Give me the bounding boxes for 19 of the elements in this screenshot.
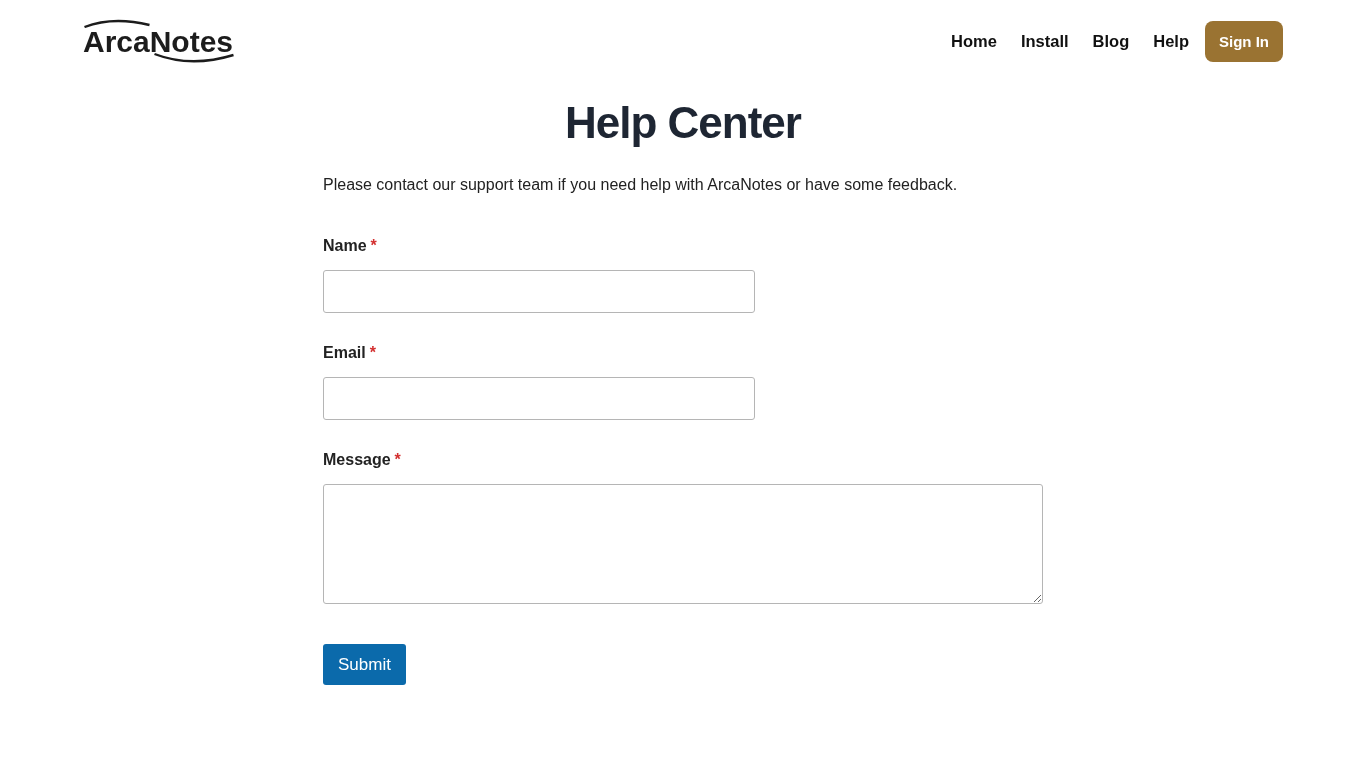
logo[interactable]: ArcaNotes <box>83 19 235 64</box>
intro-text: Please contact our support team if you need help with ArcaNotes or have some feedback. <box>323 175 959 195</box>
nav-link[interactable]: Home <box>951 31 997 51</box>
page-title: Help Center <box>564 97 803 149</box>
nav-link[interactable]: Help <box>1153 31 1189 51</box>
field-label: Email <box>323 343 366 363</box>
sign-in-button[interactable]: Sign In <box>1205 20 1283 62</box>
submit-button[interactable]: Submit <box>323 644 406 685</box>
required-mark: * <box>370 236 377 256</box>
field-label: Message <box>323 450 391 470</box>
arc-icon <box>153 52 235 64</box>
nav-link[interactable]: Install <box>1020 31 1069 51</box>
field-label: Name <box>323 236 367 256</box>
text-input-field[interactable] <box>323 270 755 313</box>
required-mark: * <box>394 450 401 470</box>
text-input-field[interactable] <box>323 377 755 420</box>
arc-icon <box>83 19 151 28</box>
nav-link[interactable]: Blog <box>1092 31 1130 51</box>
required-mark: * <box>369 343 376 363</box>
